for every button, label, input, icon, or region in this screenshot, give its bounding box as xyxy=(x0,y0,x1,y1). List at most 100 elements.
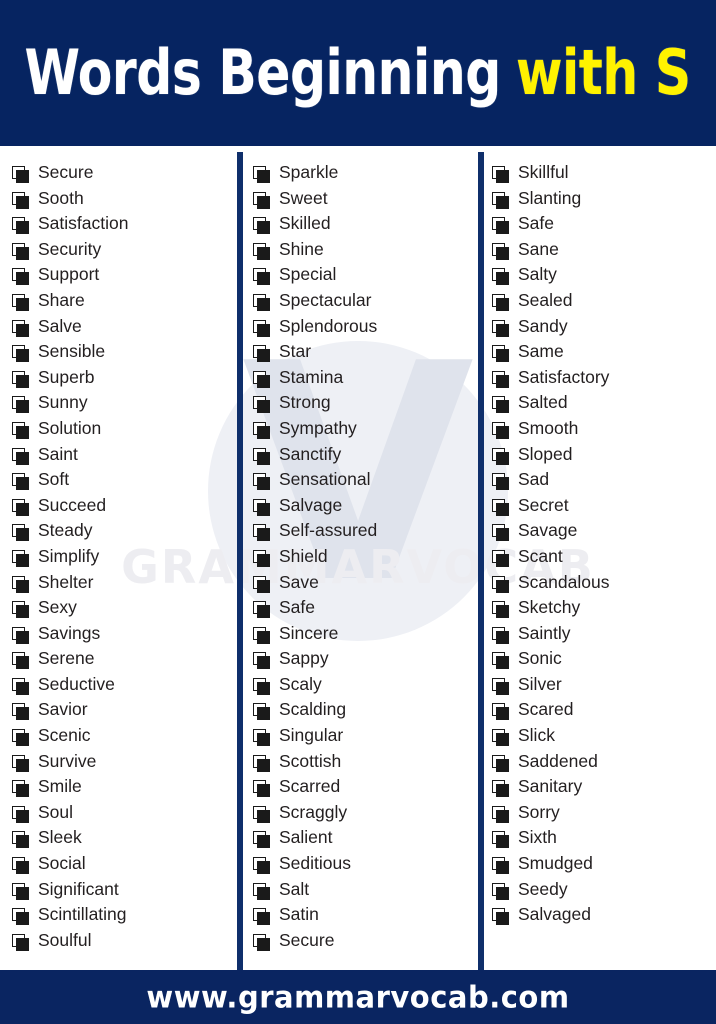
checkbox-icon[interactable] xyxy=(253,575,270,593)
checkbox-icon[interactable] xyxy=(12,421,29,439)
word-list-item[interactable]: Scintillating xyxy=(12,902,237,928)
checkbox-icon[interactable] xyxy=(492,293,509,311)
checkbox-icon[interactable] xyxy=(253,268,270,286)
word-list-item[interactable]: Safe xyxy=(253,595,478,621)
checkbox-icon[interactable] xyxy=(492,754,509,772)
checkbox-icon[interactable] xyxy=(492,780,509,798)
word-list-item[interactable]: Succeed xyxy=(12,493,237,519)
checkbox-icon[interactable] xyxy=(253,447,270,465)
checkbox-icon[interactable] xyxy=(253,217,270,235)
word-list-item[interactable]: Sandy xyxy=(492,314,710,340)
checkbox-icon[interactable] xyxy=(12,575,29,593)
checkbox-icon[interactable] xyxy=(253,626,270,644)
checkbox-icon[interactable] xyxy=(12,754,29,772)
word-list-item[interactable]: Seditious xyxy=(253,851,478,877)
word-list-item[interactable]: Smile xyxy=(12,774,237,800)
word-list-item[interactable]: Steady xyxy=(12,518,237,544)
word-list-item[interactable]: Salted xyxy=(492,390,710,416)
checkbox-icon[interactable] xyxy=(492,882,509,900)
word-list-item[interactable]: Significant xyxy=(12,877,237,903)
word-list-item[interactable]: Sweet xyxy=(253,186,478,212)
word-list-item[interactable]: Scandalous xyxy=(492,570,710,596)
checkbox-icon[interactable] xyxy=(253,729,270,747)
checkbox-icon[interactable] xyxy=(253,370,270,388)
checkbox-icon[interactable] xyxy=(253,908,270,926)
word-list-item[interactable]: Savior xyxy=(12,697,237,723)
checkbox-icon[interactable] xyxy=(253,421,270,439)
checkbox-icon[interactable] xyxy=(492,319,509,337)
checkbox-icon[interactable] xyxy=(253,396,270,414)
word-list-item[interactable]: Salve xyxy=(12,314,237,340)
word-list-item[interactable]: Splendorous xyxy=(253,314,478,340)
checkbox-icon[interactable] xyxy=(253,754,270,772)
checkbox-icon[interactable] xyxy=(253,293,270,311)
checkbox-icon[interactable] xyxy=(12,857,29,875)
checkbox-icon[interactable] xyxy=(492,703,509,721)
checkbox-icon[interactable] xyxy=(12,549,29,567)
word-list-item[interactable]: Secure xyxy=(253,928,478,954)
word-list-item[interactable]: Self-assured xyxy=(253,518,478,544)
checkbox-icon[interactable] xyxy=(492,473,509,491)
word-list-item[interactable]: Sixth xyxy=(492,825,710,851)
word-list-item[interactable]: Satisfactory xyxy=(492,365,710,391)
word-list-item[interactable]: Scant xyxy=(492,544,710,570)
word-list-item[interactable]: Sympathy xyxy=(253,416,478,442)
checkbox-icon[interactable] xyxy=(12,498,29,516)
word-list-item[interactable]: Survive xyxy=(12,749,237,775)
word-list-item[interactable]: Sensible xyxy=(12,339,237,365)
word-list-item[interactable]: Safe xyxy=(492,211,710,237)
checkbox-icon[interactable] xyxy=(492,166,509,183)
word-list-item[interactable]: Scottish xyxy=(253,749,478,775)
checkbox-icon[interactable] xyxy=(253,242,270,260)
word-list-item[interactable]: Stamina xyxy=(253,365,478,391)
checkbox-icon[interactable] xyxy=(12,601,29,619)
checkbox-icon[interactable] xyxy=(492,421,509,439)
checkbox-icon[interactable] xyxy=(12,729,29,747)
checkbox-icon[interactable] xyxy=(253,549,270,567)
checkbox-icon[interactable] xyxy=(12,319,29,337)
checkbox-icon[interactable] xyxy=(12,473,29,491)
checkbox-icon[interactable] xyxy=(12,447,29,465)
checkbox-icon[interactable] xyxy=(12,831,29,849)
word-list-item[interactable]: Security xyxy=(12,237,237,263)
checkbox-icon[interactable] xyxy=(492,805,509,823)
word-list-item[interactable]: Sparkle xyxy=(253,160,478,186)
word-list-item[interactable]: Slanting xyxy=(492,186,710,212)
word-list-item[interactable]: Shield xyxy=(253,544,478,570)
checkbox-icon[interactable] xyxy=(12,703,29,721)
word-list-item[interactable]: Scraggly xyxy=(253,800,478,826)
checkbox-icon[interactable] xyxy=(492,498,509,516)
word-list-item[interactable]: Sunny xyxy=(12,390,237,416)
checkbox-icon[interactable] xyxy=(492,729,509,747)
checkbox-icon[interactable] xyxy=(12,268,29,286)
word-list-item[interactable]: Sleek xyxy=(12,825,237,851)
word-list-item[interactable]: Soft xyxy=(12,467,237,493)
word-list-item[interactable]: Sorry xyxy=(492,800,710,826)
word-list-item[interactable]: Smooth xyxy=(492,416,710,442)
word-list-item[interactable]: Saint xyxy=(12,442,237,468)
word-list-item[interactable]: Shelter xyxy=(12,570,237,596)
checkbox-icon[interactable] xyxy=(253,805,270,823)
word-list-item[interactable]: Sincere xyxy=(253,621,478,647)
checkbox-icon[interactable] xyxy=(253,780,270,798)
word-list-item[interactable]: Savage xyxy=(492,518,710,544)
word-list-item[interactable]: Special xyxy=(253,262,478,288)
checkbox-icon[interactable] xyxy=(253,677,270,695)
checkbox-icon[interactable] xyxy=(12,805,29,823)
word-list-item[interactable]: Sealed xyxy=(492,288,710,314)
word-list-item[interactable]: Star xyxy=(253,339,478,365)
word-list-item[interactable]: Solution xyxy=(12,416,237,442)
word-list-item[interactable]: Sad xyxy=(492,467,710,493)
checkbox-icon[interactable] xyxy=(492,345,509,363)
word-list-item[interactable]: Scaly xyxy=(253,672,478,698)
word-list-item[interactable]: Skilled xyxy=(253,211,478,237)
checkbox-icon[interactable] xyxy=(492,268,509,286)
checkbox-icon[interactable] xyxy=(492,242,509,260)
checkbox-icon[interactable] xyxy=(253,933,270,951)
checkbox-icon[interactable] xyxy=(253,703,270,721)
checkbox-icon[interactable] xyxy=(492,447,509,465)
word-list-item[interactable]: Support xyxy=(12,262,237,288)
checkbox-icon[interactable] xyxy=(492,677,509,695)
checkbox-icon[interactable] xyxy=(12,191,29,209)
checkbox-icon[interactable] xyxy=(253,473,270,491)
